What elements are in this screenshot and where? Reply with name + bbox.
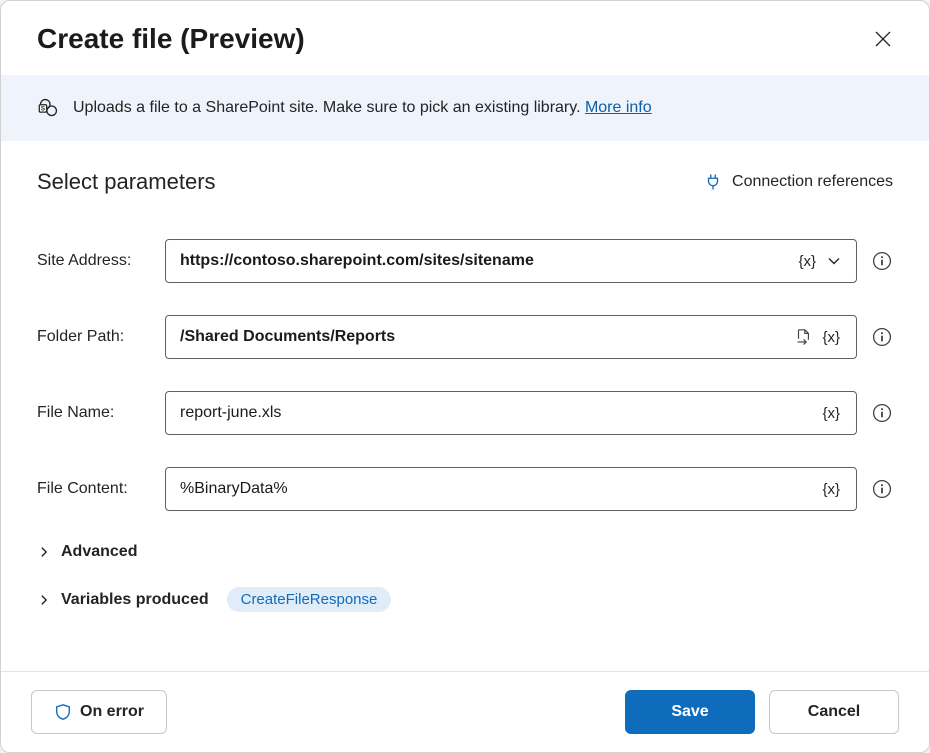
value-file-content: %BinaryData%: [180, 480, 816, 498]
plug-icon: [704, 173, 722, 191]
cancel-button[interactable]: Cancel: [769, 690, 899, 734]
sharepoint-icon: S: [37, 97, 59, 119]
svg-text:S: S: [41, 105, 45, 112]
form-area: Site Address: https://contoso.sharepoint…: [1, 213, 929, 671]
dropdown-button[interactable]: [822, 253, 846, 269]
dialog-footer: On error Save Cancel: [1, 671, 929, 752]
variable-token-button[interactable]: {x}: [816, 329, 846, 346]
connection-references-label: Connection references: [732, 173, 893, 191]
value-site-address: https://contoso.sharepoint.com/sites/sit…: [180, 252, 792, 270]
variable-token-button[interactable]: {x}: [816, 481, 846, 498]
info-button-folder-path[interactable]: [871, 326, 893, 348]
info-icon: [872, 403, 892, 423]
connection-references-button[interactable]: Connection references: [704, 173, 893, 191]
input-file-content[interactable]: %BinaryData% {x}: [165, 467, 857, 511]
row-folder-path: Folder Path: /Shared Documents/Reports {…: [37, 315, 893, 359]
on-error-button[interactable]: On error: [31, 690, 167, 734]
dialog-title: Create file (Preview): [37, 23, 305, 55]
variables-produced-label: Variables produced: [61, 591, 209, 609]
chevron-down-icon: [826, 253, 842, 269]
info-icon: [872, 327, 892, 347]
info-button-file-content[interactable]: [871, 478, 893, 500]
close-button[interactable]: [867, 23, 899, 55]
info-bar: S Uploads a file to a SharePoint site. M…: [1, 75, 929, 141]
label-site-address: Site Address:: [37, 252, 159, 270]
close-icon: [875, 31, 891, 47]
info-text: Uploads a file to a SharePoint site. Mak…: [73, 99, 652, 117]
input-site-address[interactable]: https://contoso.sharepoint.com/sites/sit…: [165, 239, 857, 283]
dialog-header: Create file (Preview): [1, 1, 929, 75]
info-icon: [872, 251, 892, 271]
value-file-name: report-june.xls: [180, 404, 816, 422]
variable-token-button[interactable]: {x}: [816, 405, 846, 422]
input-file-name[interactable]: report-june.xls {x}: [165, 391, 857, 435]
save-button[interactable]: Save: [625, 690, 755, 734]
row-file-name: File Name: report-june.xls {x}: [37, 391, 893, 435]
info-icon: [872, 479, 892, 499]
advanced-toggle[interactable]: Advanced: [37, 543, 893, 561]
more-info-link[interactable]: More info: [585, 99, 652, 116]
on-error-label: On error: [80, 703, 144, 721]
advanced-label: Advanced: [61, 543, 137, 561]
info-button-site-address[interactable]: [871, 250, 893, 272]
file-picker-button[interactable]: [790, 328, 816, 346]
variable-chip[interactable]: CreateFileResponse: [227, 587, 392, 612]
value-folder-path: /Shared Documents/Reports: [180, 328, 790, 346]
variable-token-button[interactable]: {x}: [792, 253, 822, 270]
chevron-right-icon: [37, 545, 51, 559]
cancel-label: Cancel: [808, 703, 860, 721]
create-file-dialog: Create file (Preview) S Uploads a file t…: [0, 0, 930, 753]
row-file-content: File Content: %BinaryData% {x}: [37, 467, 893, 511]
variables-produced-toggle[interactable]: Variables produced CreateFileResponse: [37, 587, 893, 612]
params-title: Select parameters: [37, 169, 216, 195]
label-folder-path: Folder Path:: [37, 328, 159, 346]
save-label: Save: [671, 703, 708, 721]
info-message: Uploads a file to a SharePoint site. Mak…: [73, 99, 585, 116]
file-select-icon: [794, 328, 812, 346]
input-folder-path[interactable]: /Shared Documents/Reports {x}: [165, 315, 857, 359]
label-file-content: File Content:: [37, 480, 159, 498]
row-site-address: Site Address: https://contoso.sharepoint…: [37, 239, 893, 283]
info-button-file-name[interactable]: [871, 402, 893, 424]
shield-icon: [54, 703, 72, 721]
chevron-right-icon: [37, 593, 51, 607]
params-header: Select parameters Connection references: [1, 141, 929, 213]
label-file-name: File Name:: [37, 404, 159, 422]
